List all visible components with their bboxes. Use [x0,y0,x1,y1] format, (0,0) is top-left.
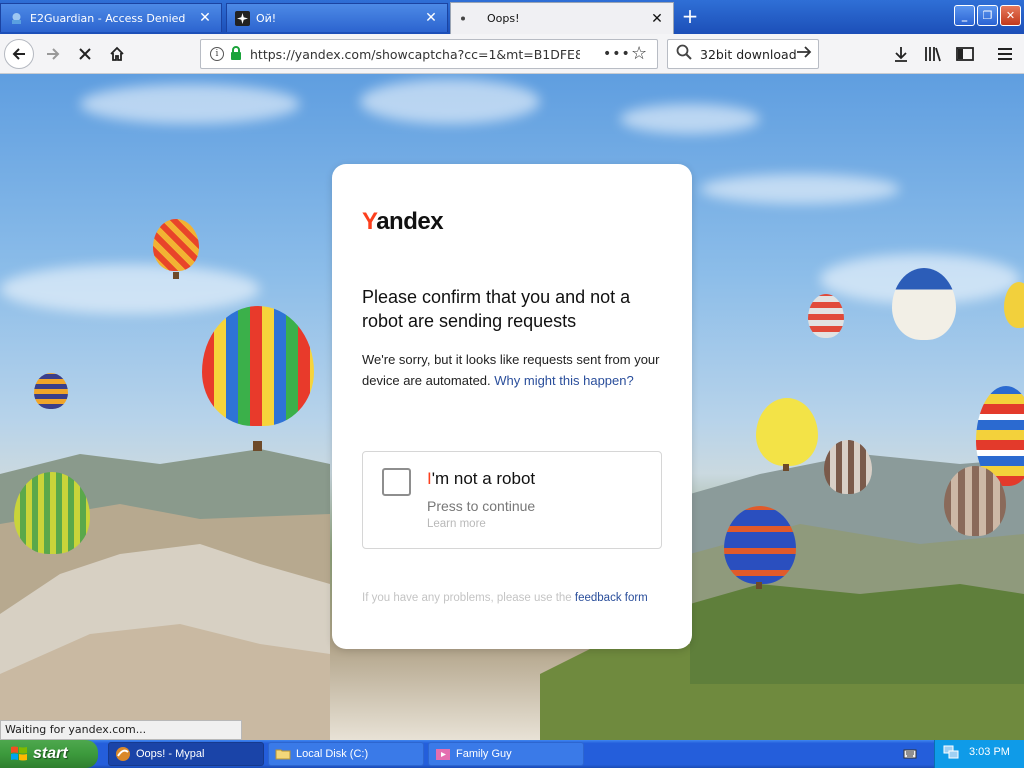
start-button[interactable]: start [0,740,98,768]
not-robot-checkbox[interactable] [382,468,411,496]
system-tray: 3:03 PM [934,740,1024,768]
back-button[interactable] [4,39,34,69]
clock[interactable]: 3:03 PM [969,746,1010,758]
url-text[interactable]: https://yandex.com/showcaptcha?cc=1&mt=B… [250,47,580,62]
loading-dot-icon [459,11,467,26]
tab-label: Oops! [487,12,520,25]
tab-oops[interactable]: Oops! ✕ [450,2,674,34]
windows-flag-icon [10,745,28,763]
page-content: Yandex Please confirm that you and not a… [0,74,1024,740]
press-to-continue-text: Press to continue [427,498,536,514]
task-local-disk[interactable]: Local Disk (C:) [268,742,424,766]
search-box[interactable]: 32bit download [667,39,819,69]
e2guardian-icon [9,11,24,26]
task-label: Oops! - Mypal [136,748,205,760]
task-family-guy[interactable]: Family Guy [428,742,584,766]
why-link[interactable]: Why might this happen? [494,373,633,388]
window-close-button[interactable]: ✕ [1000,5,1021,26]
yandex-logo[interactable]: Yandex [362,208,444,236]
folder-icon [275,746,291,762]
taskbar: start Oops! - Mypal Local Disk (C:) Fami… [0,740,1024,768]
learn-more-link[interactable]: Learn more [427,518,486,530]
tab-label: E2Guardian - Access Denied [30,11,186,25]
stop-x-icon [79,48,91,60]
tab-label: Ой! [256,11,277,25]
back-arrow-icon [12,48,25,60]
network-icon[interactable] [943,744,959,764]
bookmark-star-icon[interactable]: ☆ [631,43,647,64]
download-icon[interactable] [890,43,912,65]
captcha-description: We're sorry, but it looks like requests … [362,352,660,388]
media-player-icon [435,746,451,762]
search-input[interactable]: 32bit download [700,47,796,62]
mypal-browser-icon [115,746,131,762]
captcha-footer: If you have any problems, please use the… [362,592,648,604]
tab-e2guardian[interactable]: E2Guardian - Access Denied ✕ [0,3,222,32]
task-mypal[interactable]: Oops! - Mypal [108,742,264,766]
home-button[interactable] [102,39,132,69]
minimize-button[interactable]: _ [954,5,975,26]
close-icon[interactable]: ✕ [197,10,213,26]
new-tab-button[interactable]: + [678,6,702,28]
status-bar: Waiting for yandex.com... [0,720,242,740]
start-label: start [33,745,68,762]
url-bar[interactable]: i https://yandex.com/showcaptcha?cc=1&mt… [200,39,658,69]
sparkle-icon [235,10,250,26]
page-actions-icon[interactable]: ••• [603,46,631,62]
close-icon[interactable]: ✕ [649,11,665,27]
task-label: Local Disk (C:) [296,748,369,760]
robot-check-box[interactable]: I'm not a robot Press to continue Learn … [362,451,662,549]
search-icon [676,44,692,64]
task-label: Family Guy [456,748,512,760]
maximize-button[interactable]: ❐ [977,5,998,26]
stop-button[interactable] [70,39,100,69]
forward-button[interactable] [38,39,68,69]
close-icon[interactable]: ✕ [423,10,439,26]
lock-icon[interactable] [230,45,242,64]
hamburger-menu-icon[interactable] [994,43,1016,65]
library-icon[interactable] [922,43,944,65]
search-go-arrow-icon[interactable] [796,44,812,65]
keyboard-icon[interactable] [903,746,917,765]
captcha-card: Yandex Please confirm that you and not a… [332,164,692,649]
sidebar-toggle-icon[interactable] [954,43,976,65]
feedback-form-link[interactable]: feedback form [575,592,648,604]
tab-oi[interactable]: Ой! ✕ [226,3,448,32]
navigation-toolbar: i https://yandex.com/showcaptcha?cc=1&mt… [0,34,1024,74]
tab-strip: E2Guardian - Access Denied ✕ Ой! ✕ Oops!… [0,0,1024,34]
home-icon [110,46,124,61]
info-icon[interactable]: i [210,47,224,61]
captcha-heading: Please confirm that you and not a robot … [362,287,631,331]
not-robot-label: I'm not a robot [427,469,536,488]
forward-arrow-icon [47,48,60,60]
